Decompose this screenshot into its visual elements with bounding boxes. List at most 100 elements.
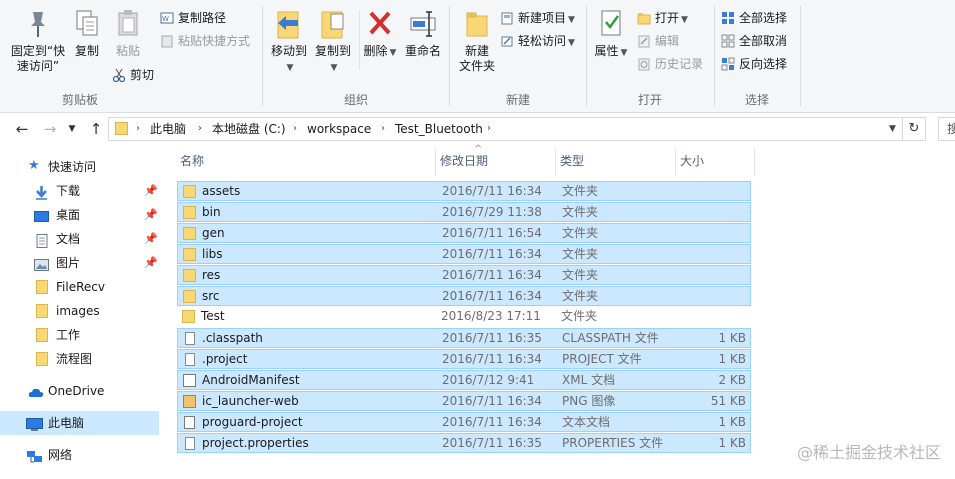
nav-item-images[interactable]: images	[0, 299, 159, 323]
paste-icon	[113, 8, 143, 40]
paste-shortcut-button[interactable]: 粘贴快捷方式	[160, 31, 250, 51]
network-icon	[26, 448, 42, 463]
cut-button[interactable]: 剪切	[112, 65, 154, 85]
copy-to-button[interactable]: 复制到▼	[311, 8, 355, 76]
file-type: 文件夹	[562, 268, 599, 282]
nav-quick-access[interactable]: ★ 快速访问	[0, 155, 159, 179]
file-name: .classpath	[202, 331, 263, 345]
nav-this-pc[interactable]: 此电脑	[0, 411, 159, 435]
chevron-down-icon: ▼	[68, 124, 76, 134]
file-row[interactable]: ic_launcher-web 2016/7/11 16:34 PNG 图像 51 K…	[177, 391, 751, 411]
clipboard-group: 固定到“快 速访问” 复制 粘贴 W 复制路径 粘贴快捷方式 剪切 剪贴板	[0, 0, 250, 112]
nav-network[interactable]: 网络	[0, 443, 159, 467]
file-row[interactable]: proguard-project 2016/7/11 16:34 文本文档 1 KB	[177, 412, 751, 432]
address-bar[interactable]: › 此电脑 › 本地磁盘 (C:) › workspace › Test_Blu…	[108, 117, 903, 141]
file-row[interactable]: .classpath 2016/7/11 16:35 CLASSPATH 文件 1 K…	[177, 328, 751, 348]
back-button[interactable]: ←	[12, 119, 32, 139]
copy-button[interactable]: 复制	[70, 8, 104, 59]
file-row[interactable]: gen 2016/7/11 16:54 文件夹	[177, 223, 751, 243]
nav-onedrive[interactable]: OneDrive	[0, 379, 159, 403]
back-arrow-icon: ←	[15, 120, 29, 138]
open-group: 属性 ▼ 打开 ▼ 编辑 历史记录 打开	[587, 0, 713, 112]
breadcrumb-workspace[interactable]: workspace	[307, 118, 371, 140]
select-none-icon	[721, 34, 735, 48]
column-header-name[interactable]: 名称	[176, 148, 435, 176]
new-folder-button[interactable]: 新建 文件夹	[454, 8, 500, 74]
pin-icon[interactable]: 📌	[144, 203, 158, 227]
file-row[interactable]: bin 2016/7/29 11:38 文件夹	[177, 202, 751, 222]
properties-button[interactable]: 属性 ▼	[593, 8, 629, 61]
folder-icon	[183, 290, 196, 303]
column-header-size[interactable]: 大小	[676, 148, 754, 176]
file-name: Test	[201, 309, 225, 323]
file-row[interactable]: libs 2016/7/11 16:34 文件夹	[177, 244, 751, 264]
copy-path-button[interactable]: W 复制路径	[160, 8, 226, 28]
file-row[interactable]: src 2016/7/11 16:34 文件夹	[177, 286, 751, 306]
refresh-button[interactable]: ↻	[903, 117, 926, 141]
scissors-icon	[112, 68, 126, 83]
nav-item-downloads[interactable]: 下载 📌	[0, 179, 159, 203]
file-type: 文件夹	[561, 309, 598, 323]
folder-icon	[183, 206, 196, 219]
file-row[interactable]: assets 2016/7/11 16:34 文件夹	[177, 181, 751, 201]
file-type: PROPERTIES 文件	[562, 436, 664, 450]
pin-icon[interactable]: 📌	[144, 179, 158, 203]
file-modified-date: 2016/7/11 16:34	[442, 184, 542, 198]
folder-icon	[36, 328, 48, 342]
file-type: 文件夹	[562, 247, 599, 261]
file-type: CLASSPATH 文件	[562, 331, 659, 345]
address-dropdown-icon[interactable]: ▼	[889, 118, 896, 140]
nav-item-flowchart[interactable]: 流程图	[0, 347, 159, 371]
open-icon	[637, 11, 651, 25]
file-type: XML 文档	[562, 373, 616, 387]
rename-button[interactable]: 重命名	[401, 8, 445, 59]
nav-item-desktop[interactable]: 桌面 📌	[0, 203, 159, 227]
ribbon: 固定到“快 速访问” 复制 粘贴 W 复制路径 粘贴快捷方式 剪切 剪贴板 移动…	[0, 0, 955, 113]
nav-item-filerecv[interactable]: FileRecv	[0, 275, 159, 299]
breadcrumb-test-bluetooth[interactable]: Test_Bluetooth	[395, 118, 483, 140]
search-input[interactable]: 搜	[938, 117, 955, 141]
column-header-type[interactable]: 类型	[556, 148, 675, 176]
folder-icon	[36, 280, 48, 294]
desktop-icon	[34, 208, 49, 222]
nav-item-work[interactable]: 工作	[0, 323, 159, 347]
breadcrumb-this-pc[interactable]: 此电脑	[150, 118, 186, 140]
column-header-modified[interactable]: 修改日期	[436, 148, 555, 176]
file-row[interactable]: AndroidManifest 2016/7/12 9:41 XML 文档 2 KB	[177, 370, 751, 390]
file-row[interactable]: Test 2016/8/23 17:11 文件夹	[177, 307, 751, 327]
file-modified-date: 2016/8/23 17:11	[441, 309, 541, 323]
file-modified-date: 2016/7/11 16:35	[442, 331, 542, 345]
open-button[interactable]: 打开 ▼	[637, 8, 688, 28]
column-divider[interactable]	[754, 148, 755, 176]
select-none-button[interactable]: 全部取消	[721, 31, 787, 51]
documents-icon	[35, 232, 50, 248]
nav-item-documents[interactable]: 文档 📌	[0, 227, 159, 251]
nav-item-pictures[interactable]: 图片 📌	[0, 251, 159, 275]
delete-button[interactable]: 删除 ▼	[363, 8, 397, 61]
breadcrumb-separator: ›	[198, 123, 202, 134]
history-button[interactable]: 历史记录	[637, 54, 703, 74]
move-to-button[interactable]: 移动到▼	[267, 8, 311, 76]
select-all-button[interactable]: 全部选择	[721, 8, 787, 28]
easy-access-button[interactable]: 轻松访问 ▼	[500, 31, 575, 51]
invert-selection-icon	[721, 57, 735, 71]
cloud-icon	[28, 384, 44, 398]
file-row[interactable]: res 2016/7/11 16:34 文件夹	[177, 265, 751, 285]
file-row[interactable]: project.properties 2016/7/11 16:35 PROPERT…	[177, 433, 751, 453]
file-row[interactable]: .project 2016/7/11 16:34 PROJECT 文件 1 KB	[177, 349, 751, 369]
new-item-button[interactable]: 新建项目 ▼	[500, 8, 575, 28]
pin-quick-access-button[interactable]: 固定到“快 速访问”	[6, 8, 70, 74]
paste-button[interactable]: 粘贴	[108, 8, 148, 59]
folder-icon	[183, 227, 196, 240]
up-button[interactable]: ↑	[86, 119, 106, 139]
invert-selection-button[interactable]: 反向选择	[721, 54, 787, 74]
forward-button[interactable]: →	[40, 119, 60, 139]
breadcrumb-local-disk[interactable]: 本地磁盘 (C:)	[212, 118, 286, 140]
recent-locations-button[interactable]: ▼	[62, 119, 82, 139]
edit-button[interactable]: 编辑	[637, 31, 679, 51]
pin-icon[interactable]: 📌	[144, 251, 158, 275]
folder-icon	[182, 310, 195, 323]
xml-file-icon	[183, 374, 196, 387]
ribbon-separator	[800, 6, 801, 106]
pin-icon[interactable]: 📌	[144, 227, 158, 251]
